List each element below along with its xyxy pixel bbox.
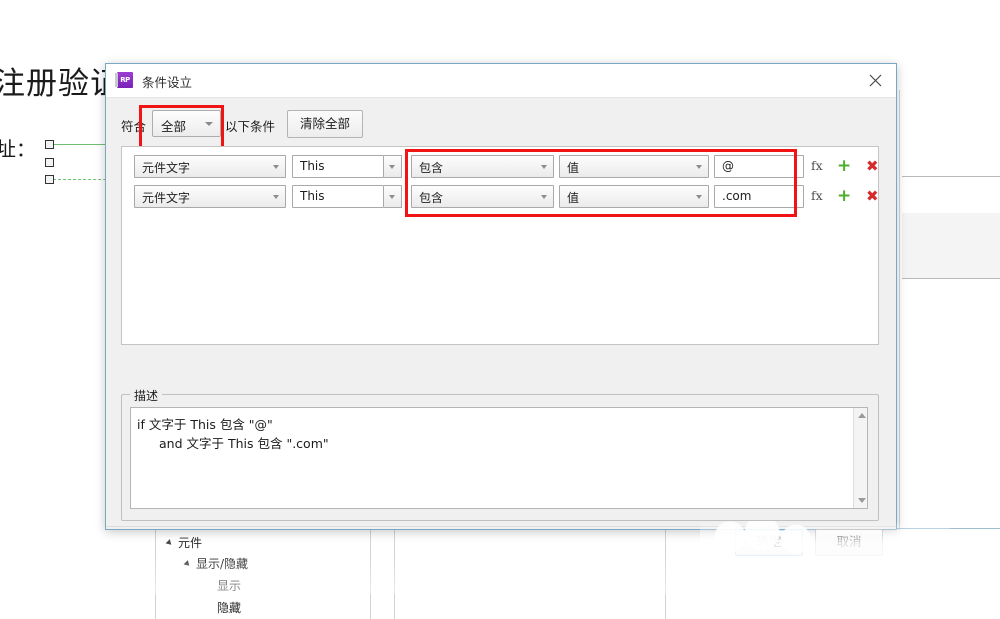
condition-subject-dropdown-2[interactable]: 元件文字 — [134, 185, 286, 208]
condition-value-input-1[interactable]: @ — [714, 155, 804, 178]
close-button[interactable] — [854, 64, 896, 96]
chevron-down-icon — [389, 195, 395, 199]
delete-condition-button-2[interactable]: ✖ — [866, 186, 879, 207]
fx-button-2[interactable]: fx — [811, 188, 823, 203]
chevron-down-icon — [541, 165, 547, 169]
condition-row: 元件文字 This 包含 值 @ fx + ✖ — [122, 155, 879, 181]
tree-node-root[interactable]: 元件 — [165, 534, 203, 551]
match-prefix-label: 符合 — [121, 119, 147, 134]
tree-node-root-label: 元件 — [178, 536, 203, 550]
tree-panel-divider-1 — [370, 528, 371, 619]
description-line-2: and 文字于 This 包含 ".com" — [159, 436, 329, 451]
panel-rule-bottom — [902, 278, 1000, 279]
condition-target-dropdown-button-2[interactable] — [384, 185, 402, 208]
fx-button-1[interactable]: fx — [811, 158, 823, 173]
condition-value-input-2[interactable]: .com — [714, 185, 804, 208]
match-suffix-label: 以下条件 — [225, 119, 276, 134]
footer-divider — [106, 526, 896, 527]
widget-interactions-tree[interactable]: 元件 显示/隐藏 显示 隐藏 — [155, 528, 665, 619]
resize-handle-top-left[interactable] — [45, 140, 54, 149]
condition-subject-dropdown-1[interactable]: 元件文字 — [134, 155, 286, 178]
resize-handle-middle-left[interactable] — [45, 158, 54, 167]
chevron-down-icon — [696, 165, 702, 169]
scroll-down-icon[interactable] — [858, 498, 866, 503]
chevron-down-icon — [273, 195, 279, 199]
condition-value-type-1: 值 — [567, 161, 580, 175]
resize-handle-bottom-left[interactable] — [45, 175, 54, 184]
match-type-value: 全部 — [161, 119, 187, 134]
condition-target-value-1: This — [300, 159, 325, 173]
dialog-titlebar: RP 条件设立 — [106, 64, 896, 98]
tree-panel-divider-3 — [665, 528, 666, 619]
description-group: 描述 if 文字于 This 包含 "@" and 文字于 This 包含 ".… — [121, 387, 879, 521]
condition-target-input-2[interactable]: This — [292, 185, 384, 208]
chevron-down-icon — [273, 165, 279, 169]
cancel-button[interactable]: 取消 — [815, 529, 883, 556]
tree-panel-left-border — [155, 528, 156, 619]
expand-triangle-icon[interactable] — [183, 560, 192, 568]
panel-rule-top — [902, 176, 1000, 177]
background-field-label: 址： — [0, 137, 36, 161]
condition-operator-value-2: 包含 — [419, 191, 444, 205]
condition-builder-dialog: RP 条件设立 符合 全部 以下条件 清除全部 元件文字 This 包含 值 @… — [105, 63, 897, 556]
tree-node-hide[interactable]: 隐藏 — [217, 599, 241, 616]
delete-condition-button-1[interactable]: ✖ — [866, 156, 879, 177]
description-legend: 描述 — [130, 387, 163, 404]
chevron-down-icon — [389, 165, 395, 169]
chevron-down-icon — [541, 195, 547, 199]
add-condition-button-1[interactable]: + — [837, 156, 851, 176]
match-type-dropdown[interactable]: 全部 — [152, 110, 221, 137]
condition-value-type-dropdown-2[interactable]: 值 — [559, 185, 709, 208]
add-condition-button-2[interactable]: + — [837, 186, 851, 206]
tree-node-show-hide[interactable]: 显示/隐藏 — [183, 555, 249, 572]
dialog-body: 符合 全部 以下条件 清除全部 元件文字 This 包含 值 @ fx + ✖ … — [106, 98, 896, 556]
chevron-down-icon — [205, 122, 213, 126]
condition-value-2: .com — [722, 189, 752, 203]
panel-divider-vertical — [899, 90, 900, 530]
description-scrollbar[interactable] — [853, 408, 867, 508]
background-page-title: 注册验证 — [0, 66, 122, 102]
panel-band — [902, 213, 1000, 278]
tree-node-show[interactable]: 显示 — [217, 577, 241, 594]
condition-subject-value-1: 元件文字 — [142, 161, 191, 175]
condition-operator-dropdown-2[interactable]: 包含 — [411, 185, 554, 208]
rp-app-icon: RP — [115, 72, 133, 88]
scroll-up-icon[interactable] — [858, 413, 866, 418]
condition-value-type-2: 值 — [567, 191, 580, 205]
description-textarea[interactable]: if 文字于 This 包含 "@" and 文字于 This 包含 ".com… — [130, 407, 868, 509]
condition-target-input-1[interactable]: This — [292, 155, 384, 178]
clear-all-button[interactable]: 清除全部 — [287, 110, 363, 138]
ok-button[interactable]: 确定 — [735, 529, 803, 556]
close-icon — [869, 74, 882, 87]
tree-node-show-hide-label: 显示/隐藏 — [196, 557, 249, 571]
expand-triangle-icon[interactable] — [165, 539, 174, 547]
condition-subject-value-2: 元件文字 — [142, 191, 191, 205]
description-line-1: if 文字于 This 包含 "@" — [137, 417, 273, 432]
condition-row: 元件文字 This 包含 值 .com fx + ✖ — [122, 185, 879, 211]
condition-value-type-dropdown-1[interactable]: 值 — [559, 155, 709, 178]
conditions-list: 元件文字 This 包含 值 @ fx + ✖ 元件文字 This 包含 值 .… — [121, 146, 879, 345]
condition-operator-dropdown-1[interactable]: 包含 — [411, 155, 554, 178]
condition-value-1: @ — [722, 159, 734, 173]
chevron-down-icon — [696, 195, 702, 199]
tree-panel-divider-2 — [394, 528, 395, 619]
condition-target-value-2: This — [300, 189, 325, 203]
condition-target-dropdown-button-1[interactable] — [384, 155, 402, 178]
dialog-title: 条件设立 — [142, 75, 193, 90]
condition-operator-value-1: 包含 — [419, 161, 444, 175]
